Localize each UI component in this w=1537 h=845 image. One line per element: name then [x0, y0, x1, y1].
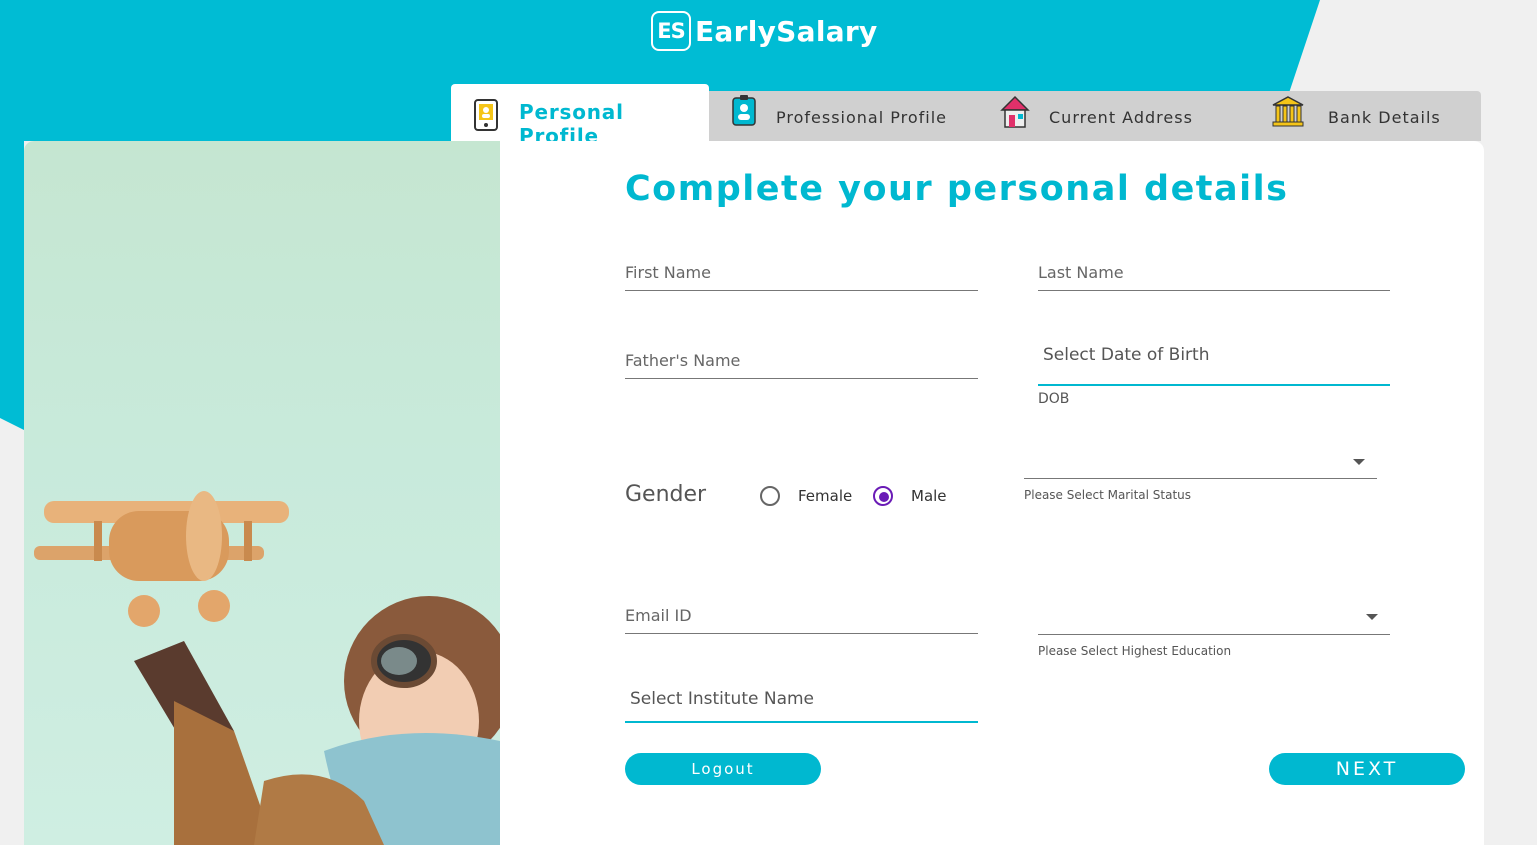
gender-label: Gender [625, 482, 707, 507]
house-icon [1000, 95, 1030, 133]
email-field[interactable] [625, 604, 978, 634]
brand-logo[interactable]: ES EarlySalary [651, 9, 878, 53]
radio-unchecked-icon [760, 486, 780, 506]
mobile-id-icon [473, 98, 499, 136]
chevron-down-icon [1353, 459, 1365, 465]
tab-bank-details-label: Bank Details [1328, 108, 1441, 127]
tab-current-address-label: Current Address [1049, 108, 1193, 127]
father-name-field[interactable] [625, 348, 978, 379]
first-name-field[interactable] [625, 261, 978, 291]
logo-mark-icon: ES [651, 11, 691, 51]
dob-helper-text: DOB [1038, 391, 1070, 407]
tab-bank-details[interactable]: Bank Details [1269, 91, 1469, 141]
gender-male-label: Male [911, 487, 947, 505]
gender-male-radio[interactable]: Male [873, 486, 947, 506]
tab-professional-profile[interactable]: Professional Profile [729, 91, 959, 141]
institute-name-field[interactable] [625, 684, 978, 723]
tab-professional-profile-label: Professional Profile [776, 108, 947, 127]
child-with-airplane-illustration [34, 491, 514, 845]
profile-tabs: Personal Profile Professional Profile Cu… [451, 84, 1481, 148]
marital-status-helper-text: Please Select Marital Status [1024, 488, 1192, 502]
gender-female-label: Female [798, 487, 853, 505]
highest-education-select[interactable] [1038, 596, 1390, 635]
chevron-down-icon [1366, 614, 1378, 620]
hero-photo [24, 141, 514, 845]
date-of-birth-field[interactable] [1038, 339, 1390, 386]
tab-personal-profile[interactable]: Personal Profile [451, 84, 709, 148]
brand-name: EarlySalary [695, 14, 878, 48]
education-helper-text: Please Select Highest Education [1038, 644, 1232, 658]
gender-female-radio[interactable]: Female [760, 486, 852, 506]
marital-status-select[interactable] [1024, 441, 1377, 479]
tab-current-address[interactable]: Current Address [1000, 91, 1220, 141]
bank-icon [1269, 95, 1307, 133]
logout-button[interactable]: Logout [625, 753, 821, 785]
id-badge-icon [731, 95, 757, 131]
radio-checked-icon [873, 486, 893, 506]
next-button[interactable]: NEXT [1269, 753, 1465, 785]
last-name-field[interactable] [1038, 261, 1390, 291]
form-card: Complete your personal details DOB Gende… [24, 141, 1484, 845]
toy-airplane-icon [34, 491, 289, 627]
page-title: Complete your personal details [625, 169, 1289, 209]
